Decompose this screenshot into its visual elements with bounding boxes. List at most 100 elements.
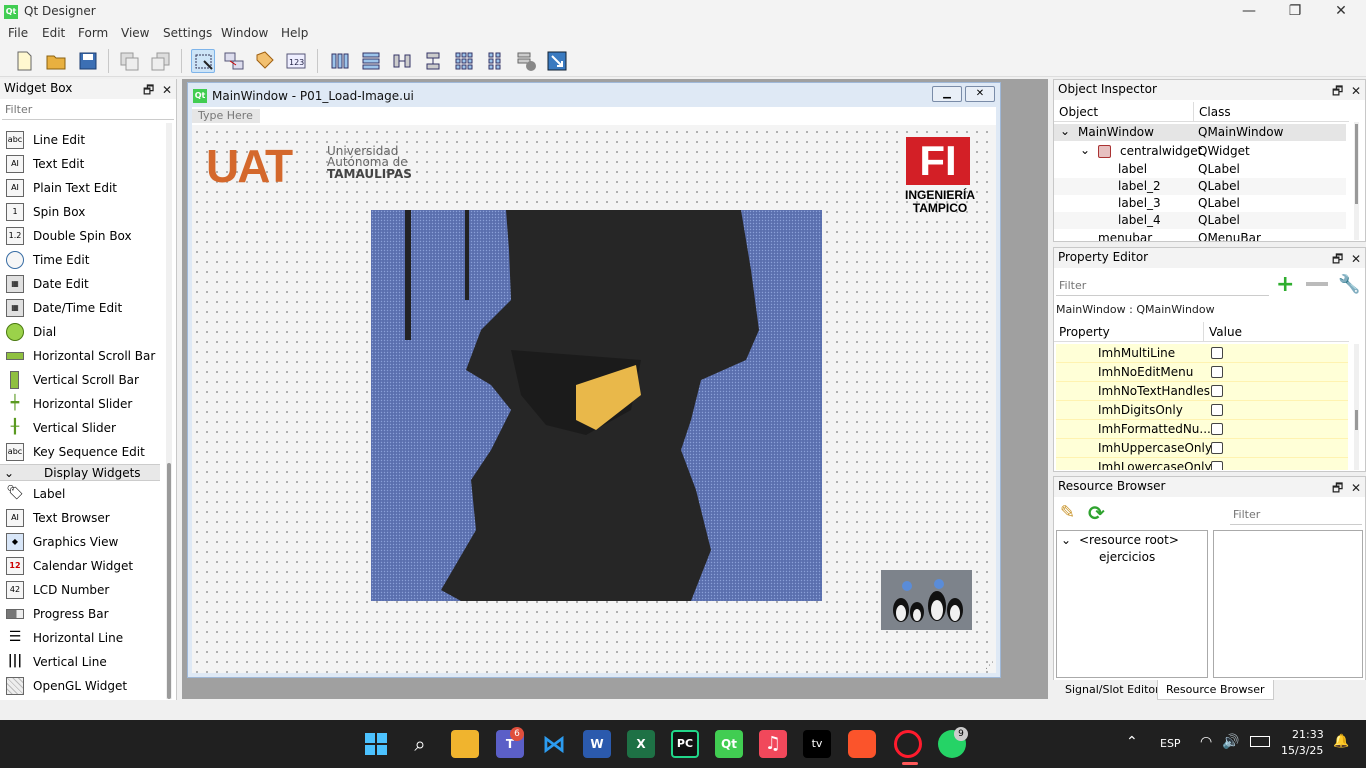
layout-horizontal-icon[interactable] — [328, 49, 352, 73]
property-editor-scrollbar[interactable] — [1354, 344, 1359, 470]
adjust-size-icon[interactable] — [545, 49, 569, 73]
chevron-up-icon[interactable]: ⌃ — [1126, 734, 1138, 750]
tab-resource-browser[interactable]: Resource Browser — [1157, 680, 1274, 700]
menu-form[interactable]: Form — [78, 26, 108, 40]
clock-time[interactable]: 21:33 — [1292, 728, 1324, 741]
widget-v-scrollbar[interactable]: Vertical Scroll Bar — [4, 368, 162, 392]
tree-row-centralwidget[interactable]: ⌄ centralwidget QWidget — [1054, 143, 1346, 160]
property-row[interactable]: ImhFormattedNu... — [1056, 420, 1348, 439]
type-here-menu[interactable]: Type Here — [192, 109, 260, 123]
clock-date[interactable]: 15/3/25 — [1281, 744, 1323, 757]
language-indicator[interactable]: ESP — [1160, 737, 1181, 750]
category-display-widgets[interactable]: ⌄ Display Widgets — [0, 464, 160, 481]
opera-icon[interactable] — [894, 730, 922, 758]
wrench-icon[interactable]: 🔧 — [1338, 274, 1360, 295]
layout-vertical-icon[interactable] — [359, 49, 383, 73]
widget-progress-bar[interactable]: Progress Bar — [4, 602, 162, 626]
widget-spin-box[interactable]: 1 Spin Box — [4, 200, 162, 224]
column-class[interactable]: Class — [1194, 102, 1349, 122]
battery-icon[interactable] — [1250, 736, 1270, 747]
reload-icon[interactable]: ⟳ — [1088, 501, 1105, 525]
property-filter-input[interactable] — [1056, 276, 1269, 296]
form-window[interactable]: Qt MainWindow - P01_Load-Image.ui ▁ ✕ Ty… — [187, 82, 1001, 678]
apple-tv-icon[interactable]: tv — [803, 730, 831, 758]
close-button[interactable]: ✕ — [1318, 0, 1364, 24]
word-icon[interactable]: W — [583, 730, 611, 758]
tree-row-label[interactable]: label QLabel — [1054, 161, 1346, 178]
break-layout-icon[interactable] — [514, 49, 538, 73]
widget-opengl[interactable]: OpenGL Widget — [4, 674, 162, 698]
property-row[interactable]: ImhNoTextHandles — [1056, 382, 1348, 401]
edit-buddies-icon[interactable] — [253, 49, 277, 73]
checkbox[interactable] — [1211, 423, 1223, 435]
layout-grid-icon[interactable] — [452, 49, 476, 73]
menu-help[interactable]: Help — [281, 26, 308, 40]
notification-icon[interactable]: 🔔 — [1333, 734, 1349, 749]
edit-widgets-icon[interactable] — [191, 49, 215, 73]
widget-label[interactable]: 🏷 Label — [4, 482, 162, 506]
close-icon[interactable]: ✕ — [1351, 252, 1361, 266]
bring-front-icon[interactable] — [117, 49, 141, 73]
widget-plain-text-edit[interactable]: AI Plain Text Edit — [4, 176, 162, 200]
resize-grip-icon[interactable]: ⋰ — [985, 661, 994, 671]
widget-box-scrollbar[interactable] — [166, 123, 172, 699]
close-icon[interactable]: ✕ — [1351, 481, 1361, 495]
widget-dial[interactable]: Dial — [4, 320, 162, 344]
column-object[interactable]: Object — [1054, 102, 1194, 122]
resource-root[interactable]: <resource root> — [1079, 533, 1179, 547]
widget-h-slider[interactable]: ┿ Horizontal Slider — [4, 392, 162, 416]
object-inspector-scrollbar[interactable] — [1354, 122, 1359, 240]
tab-signal-slot-editor[interactable]: Signal/Slot Editor — [1057, 680, 1168, 700]
widget-double-spin-box[interactable]: 1.2 Double Spin Box — [4, 224, 162, 248]
pycharm-icon[interactable]: PC — [671, 730, 699, 758]
widget-v-line[interactable]: ||| Vertical Line — [4, 650, 162, 674]
edit-tab-order-icon[interactable]: 123 — [284, 49, 308, 73]
widget-v-slider[interactable]: ╂ Vertical Slider — [4, 416, 162, 440]
menu-settings[interactable]: Settings — [163, 26, 212, 40]
excel-icon[interactable]: X — [627, 730, 655, 758]
checkbox[interactable] — [1211, 461, 1223, 470]
edit-signals-icon[interactable] — [222, 49, 246, 73]
float-icon[interactable]: 🗗 — [143, 83, 154, 97]
layout-splitter-h-icon[interactable] — [390, 49, 414, 73]
menu-file[interactable]: File — [8, 26, 28, 40]
open-folder-icon[interactable] — [44, 49, 68, 73]
minimize-button[interactable]: — — [1226, 0, 1272, 24]
checkbox[interactable] — [1211, 385, 1223, 397]
column-value[interactable]: Value — [1204, 322, 1349, 342]
property-row[interactable]: ImhNoEditMenu — [1056, 363, 1348, 382]
new-file-icon[interactable] — [12, 49, 36, 73]
widget-text-browser[interactable]: AI Text Browser — [4, 506, 162, 530]
close-icon[interactable]: ✕ — [1351, 84, 1361, 98]
menu-view[interactable]: View — [121, 26, 149, 40]
widget-text-edit[interactable]: AI Text Edit — [4, 152, 162, 176]
widget-key-sequence-edit[interactable]: abc Key Sequence Edit — [4, 440, 162, 464]
wifi-icon[interactable]: ◠ — [1200, 734, 1212, 750]
save-icon[interactable] — [76, 49, 100, 73]
layout-splitter-v-icon[interactable] — [421, 49, 445, 73]
widget-line-edit[interactable]: abc Line Edit — [4, 128, 162, 152]
menu-window[interactable]: Window — [221, 26, 268, 40]
widget-time-edit[interactable]: Time Edit — [4, 248, 162, 272]
search-icon[interactable]: ⌕ — [406, 730, 434, 758]
widget-graphics-view[interactable]: ◆ Graphics View — [4, 530, 162, 554]
form-canvas[interactable]: Type Here UAT Universidad Autónoma de TA… — [192, 107, 996, 673]
tree-row-label-3[interactable]: label_3 QLabel — [1054, 195, 1346, 212]
pencil-icon[interactable]: ✎ — [1060, 502, 1075, 523]
float-icon[interactable]: 🗗 — [1332, 481, 1343, 495]
close-icon[interactable]: ✕ — [162, 83, 172, 97]
form-close-button[interactable]: ✕ — [965, 86, 995, 102]
maximize-button[interactable]: ❐ — [1272, 0, 1318, 24]
form-minimize-button[interactable]: ▁ — [932, 86, 962, 102]
windows-start-icon[interactable] — [362, 730, 390, 758]
property-row[interactable]: ImhUppercaseOnly — [1056, 439, 1348, 458]
menu-edit[interactable]: Edit — [42, 26, 65, 40]
vscode-icon[interactable]: ⋈ — [540, 730, 568, 758]
checkbox[interactable] — [1211, 404, 1223, 416]
property-row[interactable]: ImhDigitsOnly — [1056, 401, 1348, 420]
layout-form-icon[interactable] — [483, 49, 507, 73]
tree-row-label-2[interactable]: label_2 QLabel — [1054, 178, 1346, 195]
resource-folder[interactable]: ejercicios — [1099, 550, 1155, 564]
checkbox[interactable] — [1211, 442, 1223, 454]
tree-row-mainwindow[interactable]: ⌄ MainWindow QMainWindow — [1054, 124, 1346, 141]
